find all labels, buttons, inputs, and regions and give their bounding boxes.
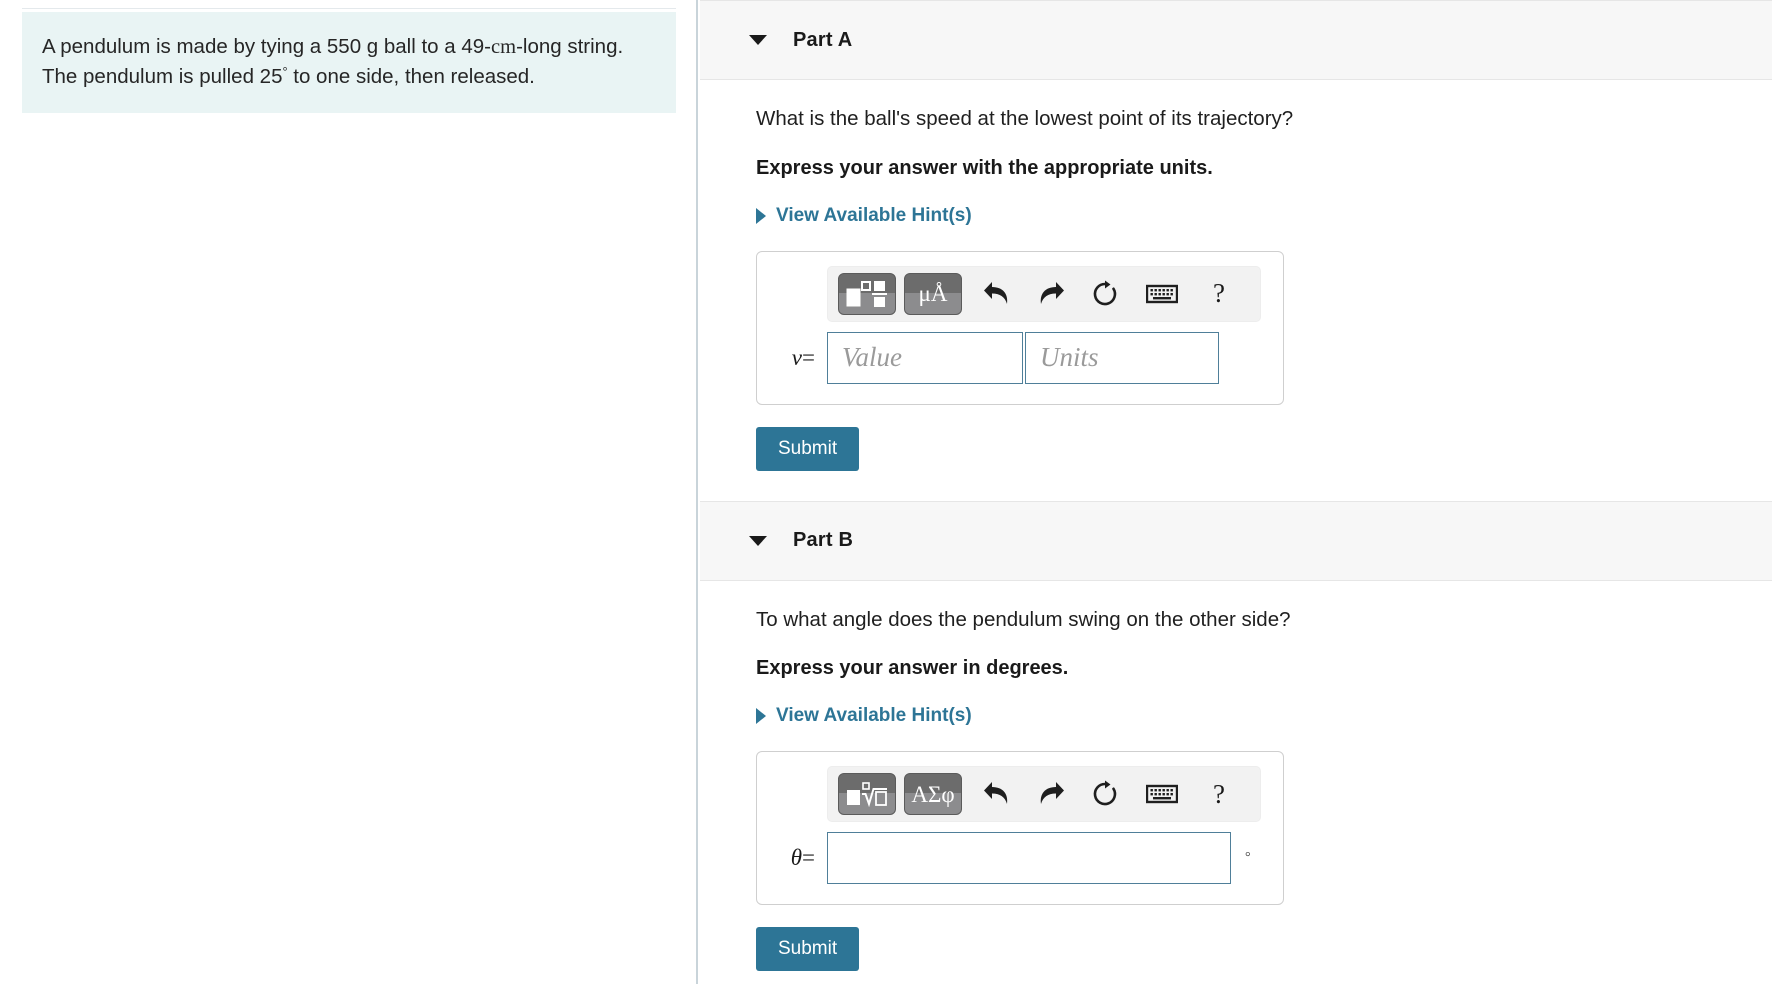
problem-statement-column: A pendulum is made by tying a 550 g ball…: [0, 0, 698, 984]
part-a-express-instruction: Express your answer with the appropriate…: [756, 156, 1213, 179]
template-nth-root-button[interactable]: [838, 773, 896, 816]
redo-arrow-icon[interactable]: [1026, 773, 1076, 815]
template-fraction-superscript-button[interactable]: [838, 272, 896, 315]
undo-arrow-icon[interactable]: [972, 273, 1022, 315]
reset-circular-arrow-icon[interactable]: [1080, 273, 1130, 315]
units-symbols-button[interactable]: μÅ: [904, 272, 962, 315]
part-b-hint-label: View Available Hint(s): [776, 705, 972, 727]
help-icon[interactable]: ?: [1194, 773, 1244, 815]
part-a-variable: v: [791, 344, 803, 370]
greek-symbols-button[interactable]: ΑΣφ: [904, 773, 962, 816]
part-a-question: What is the ball's speed at the lowest p…: [756, 107, 1294, 130]
keyboard-icon[interactable]: [1134, 273, 1190, 315]
divider-rule: [22, 8, 676, 9]
part-b-block: Part B To what angle does the pendulum s…: [700, 500, 1772, 972]
statement-segment-1: A pendulum is made by tying a 550 g ball…: [42, 35, 492, 58]
redo-arrow-icon[interactable]: [1026, 273, 1076, 315]
part-b-variable-label: θ=: [779, 845, 827, 871]
part-b-input-row: θ= °: [779, 832, 1261, 885]
part-a-math-toolbar: μÅ ?: [827, 265, 1261, 322]
part-a-submit-button[interactable]: Submit: [756, 426, 860, 471]
degree-unit-suffix: °: [1245, 850, 1251, 866]
reset-circular-arrow-icon[interactable]: [1080, 773, 1130, 815]
problem-statement-text: A pendulum is made by tying a 550 g ball…: [22, 12, 676, 114]
caret-down-icon[interactable]: [749, 35, 767, 45]
part-a-header[interactable]: Part A: [700, 0, 1772, 80]
caret-down-icon[interactable]: [749, 535, 767, 546]
part-a-help-label: ?: [1213, 278, 1225, 309]
part-b-variable: θ: [790, 845, 803, 871]
caret-right-icon: [756, 708, 766, 725]
part-b-help-label: ?: [1213, 778, 1225, 809]
part-b-equals: =: [802, 845, 815, 871]
part-b-answer-box: ΑΣφ ? θ= °: [756, 751, 1284, 906]
problem-page: A pendulum is made by tying a 550 g ball…: [0, 0, 1772, 984]
part-b-header[interactable]: Part B: [700, 500, 1772, 581]
value-input[interactable]: [827, 331, 1023, 384]
theta-input[interactable]: [827, 832, 1231, 885]
part-b-view-hints-link[interactable]: View Available Hint(s): [756, 682, 972, 727]
part-b-question: To what angle does the pendulum swing on…: [756, 607, 1291, 631]
part-b-express-instruction: Express your answer in degrees.: [756, 657, 1069, 680]
caret-right-icon: [756, 207, 766, 224]
keyboard-icon[interactable]: [1134, 773, 1190, 815]
answer-column: Part A What is the ball's speed at the l…: [700, 0, 1772, 984]
part-a-view-hints-link[interactable]: View Available Hint(s): [756, 182, 972, 227]
undo-arrow-icon[interactable]: [972, 773, 1022, 815]
part-b-title: Part B: [793, 529, 854, 552]
part-a-hint-label: View Available Hint(s): [776, 204, 972, 226]
units-input[interactable]: [1025, 331, 1219, 384]
part-a-block: Part A What is the ball's speed at the l…: [700, 0, 1772, 471]
part-a-equals: =: [802, 344, 815, 370]
statement-segment-3: to one side, then released.: [287, 65, 535, 89]
part-a-body: What is the ball's speed at the lowest p…: [700, 80, 1772, 471]
part-b-math-toolbar: ΑΣφ ?: [827, 766, 1261, 823]
part-a-variable-label: v=: [779, 345, 827, 371]
statement-unit-cm: cm: [491, 36, 517, 58]
part-b-submit-button[interactable]: Submit: [756, 927, 860, 972]
part-b-body: To what angle does the pendulum swing on…: [700, 581, 1772, 972]
part-a-title: Part A: [793, 28, 853, 51]
part-a-input-row: v=: [779, 331, 1261, 384]
part-a-answer-box: μÅ ? v= Value Units: [756, 250, 1284, 405]
help-icon[interactable]: ?: [1194, 273, 1244, 315]
